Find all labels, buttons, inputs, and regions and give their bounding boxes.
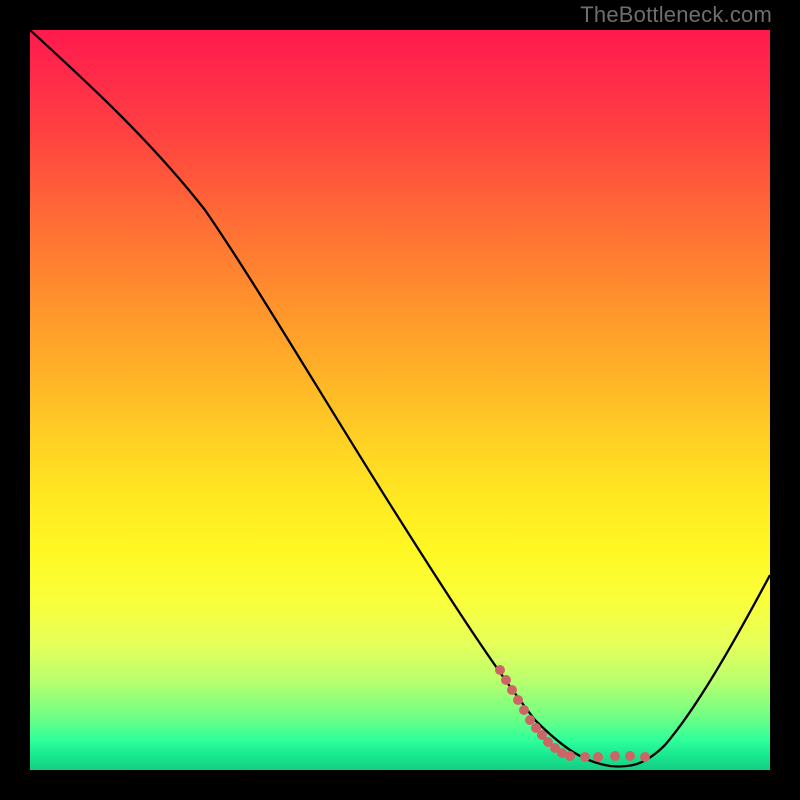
plot-area xyxy=(30,30,770,770)
optimal-range-dots xyxy=(30,30,770,770)
watermark-text: TheBottleneck.com xyxy=(580,2,772,28)
chart-frame xyxy=(25,25,775,775)
